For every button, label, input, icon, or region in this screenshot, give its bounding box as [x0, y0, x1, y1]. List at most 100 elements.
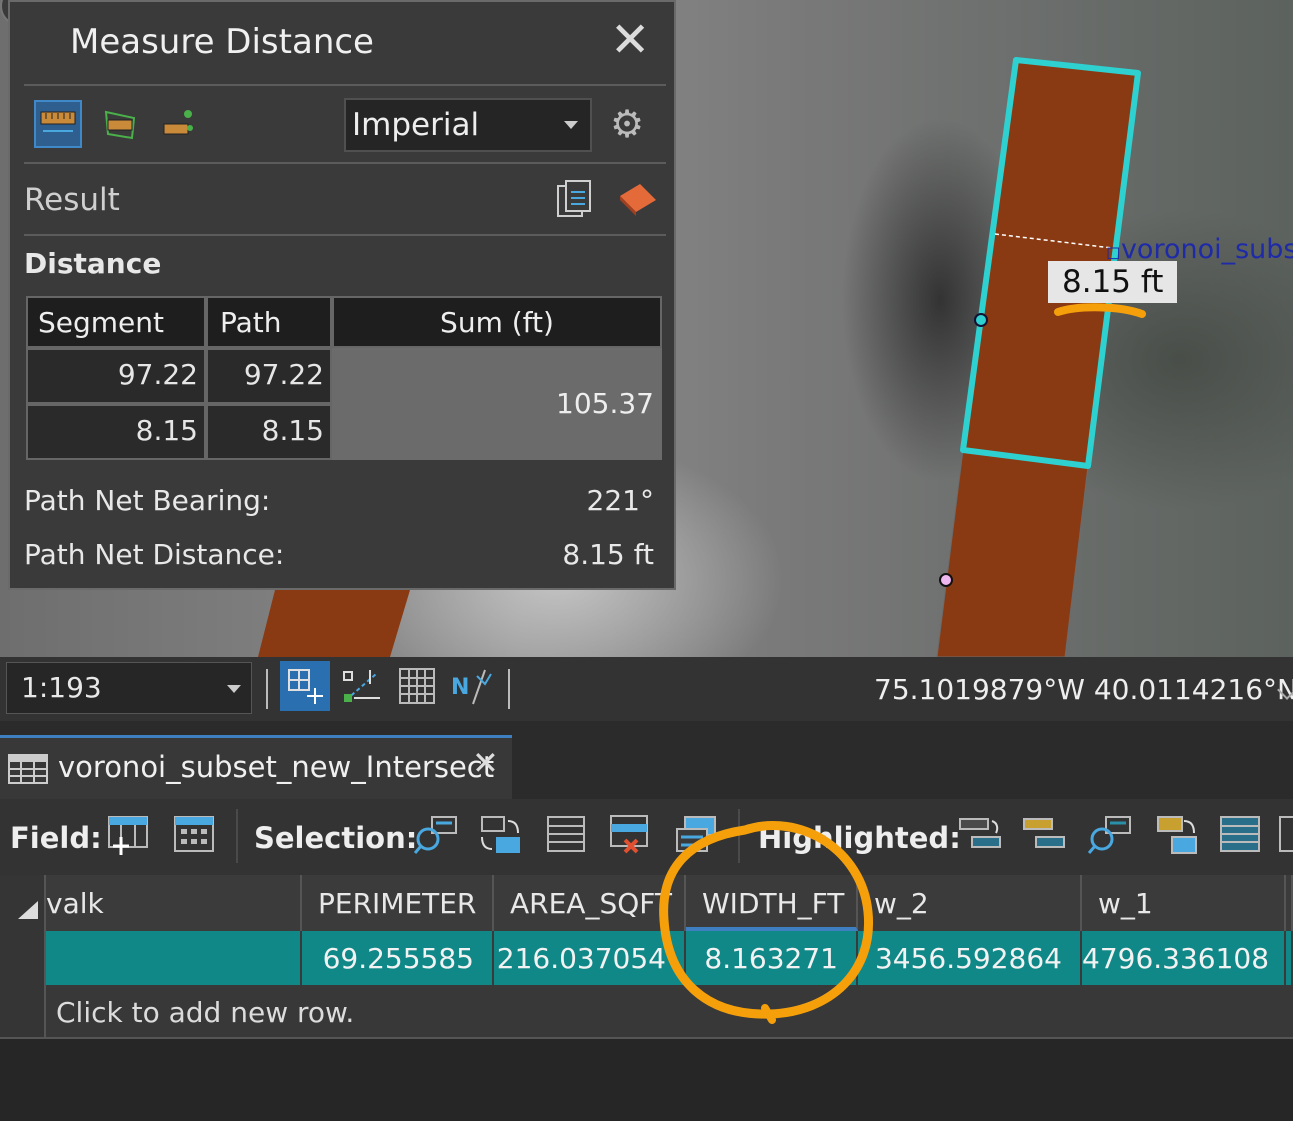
measure-distance-panel: Measure Distance ✕ Imperial ⚙ Result Dis… [8, 0, 676, 590]
attribute-toolbar: Field: Selection: Highlighted: [0, 799, 1293, 875]
zoom-to-selection-button[interactable] [414, 813, 458, 857]
calculate-field-button[interactable] [172, 813, 216, 857]
divider [24, 162, 666, 164]
copy-icon[interactable] [556, 180, 592, 224]
parcel-left[interactable] [258, 590, 410, 657]
dynamic-constraints-icon [343, 670, 380, 702]
table-cell[interactable]: 69.255585 [302, 931, 494, 985]
measure-feature-tool[interactable] [154, 100, 202, 148]
net-distance-value: 8.15 ft [562, 538, 654, 571]
select-all-icon [547, 816, 585, 852]
attribute-table-grid: valk PERIMETER AREA_SQFT WIDTH_FT w_2 w_… [0, 875, 1293, 1121]
north-correction-icon: N [451, 669, 492, 705]
column-header[interactable]: PERIMETER [302, 875, 494, 931]
coordinate-readout[interactable]: 75.1019879°W 40.0114216°N [874, 673, 1293, 706]
column-header[interactable]: valk [46, 875, 302, 931]
distance-heading: Distance [24, 247, 162, 280]
chevron-down-icon [227, 685, 241, 693]
grid-button[interactable] [392, 661, 442, 711]
switch-highlighted-icon [959, 818, 1001, 848]
chevron-down-icon [564, 121, 578, 129]
panel-title: Measure Distance [70, 22, 374, 62]
column-header-partial[interactable] [1286, 875, 1293, 931]
select-all-button[interactable] [544, 813, 588, 857]
add-new-row[interactable]: Click to add new row. [46, 985, 1293, 1039]
units-value: Imperial [352, 107, 480, 143]
reorder-highlighted-button[interactable] [1154, 813, 1198, 857]
scale-value: 1:193 [21, 671, 102, 704]
close-icon[interactable]: ✕ [610, 16, 650, 64]
zoom-to-highlighted-button[interactable] [1088, 813, 1132, 857]
eraser-icon[interactable] [614, 182, 658, 222]
clear-selection-icon [610, 815, 648, 854]
calculate-field-icon [174, 816, 214, 852]
select-all-corner[interactable] [0, 875, 46, 931]
dynamic-constraints-button[interactable] [336, 661, 386, 711]
table-cell[interactable]: 216.037054 [494, 931, 686, 985]
scale-dropdown[interactable]: 1:193 [6, 662, 252, 714]
column-header[interactable]: WIDTH_FT [686, 875, 858, 931]
zoom-to-selection-icon [414, 816, 457, 854]
highlight-all-button[interactable] [1218, 813, 1262, 857]
measure-vertex[interactable] [939, 573, 953, 587]
parcel-strip[interactable] [936, 449, 1089, 657]
table-cell[interactable]: 8.163271 [686, 931, 858, 985]
measure-area-tool[interactable] [96, 100, 144, 148]
measure-distance-icon [40, 111, 76, 132]
row-selector[interactable] [0, 985, 46, 1039]
delete-selection-button[interactable] [674, 813, 718, 857]
measure-distance-tool[interactable] [34, 100, 82, 148]
bearing-value: 221° [586, 484, 654, 517]
measure-feature-icon [163, 110, 193, 135]
unhighlight-button[interactable] [1022, 813, 1066, 857]
separator [738, 809, 740, 863]
add-field-icon [108, 816, 148, 855]
switch-highlighted-button[interactable] [958, 813, 1002, 857]
path-cell: 97.22 [206, 348, 332, 404]
zoom-to-highlighted-icon [1088, 816, 1131, 854]
segment-cell: 97.22 [26, 348, 206, 404]
bearing-label: Path Net Bearing: [24, 484, 271, 517]
corner-triangle-icon [18, 901, 38, 919]
units-dropdown[interactable]: Imperial [344, 98, 592, 152]
layer-name-tag: ◻voronoi_subs [1106, 234, 1293, 265]
column-header[interactable]: AREA_SQFT [494, 875, 686, 931]
svg-text:N: N [451, 675, 469, 700]
add-field-button[interactable] [106, 813, 150, 857]
selection-label: Selection: [254, 821, 418, 855]
overflow-tool-button[interactable] [1278, 813, 1293, 857]
header-segment: Segment (ft) [26, 296, 206, 389]
field-label: Field: [10, 821, 102, 855]
sum-cell: 105.37 [332, 348, 662, 460]
correction-button[interactable]: N [446, 661, 496, 711]
switch-selection-button[interactable] [478, 813, 522, 857]
switch-selection-icon [481, 816, 520, 853]
measure-vertex[interactable] [974, 313, 988, 327]
separator [236, 809, 238, 863]
separator [266, 669, 268, 709]
measure-label: 8.15 ft [1048, 261, 1178, 303]
close-icon[interactable]: ✕ [472, 744, 499, 782]
layer-tag-text: voronoi_subs [1120, 234, 1293, 265]
overflow-tool-icon [1279, 816, 1293, 852]
divider [24, 84, 666, 86]
table-cell[interactable] [46, 931, 302, 985]
highlighted-label: Highlighted: [758, 821, 961, 855]
table-cell[interactable]: 3456.592864 [858, 931, 1082, 985]
highlight-all-icon [1220, 816, 1260, 852]
tab-attribute-table[interactable]: voronoi_subset_new_Intersect ✕ [0, 735, 512, 799]
clear-selection-button[interactable] [608, 813, 652, 857]
table-cell[interactable]: 4796.336108 [1082, 931, 1286, 985]
reorder-highlighted-icon [1157, 816, 1197, 854]
column-header[interactable]: w_1 [1082, 875, 1286, 931]
column-header[interactable]: w_2 [858, 875, 1082, 931]
attribute-table-tabs: voronoi_subset_new_Intersect ✕ [0, 721, 1293, 799]
table-cell-partial[interactable] [1286, 931, 1293, 985]
snapping-button[interactable] [280, 661, 330, 711]
row-selector[interactable] [0, 931, 46, 985]
segment-cell: 8.15 [26, 404, 206, 460]
table-icon [8, 754, 48, 784]
grid-icon [399, 668, 435, 704]
settings-gear-icon[interactable]: ⚙ [610, 102, 644, 146]
path-cell: 8.15 [206, 404, 332, 460]
